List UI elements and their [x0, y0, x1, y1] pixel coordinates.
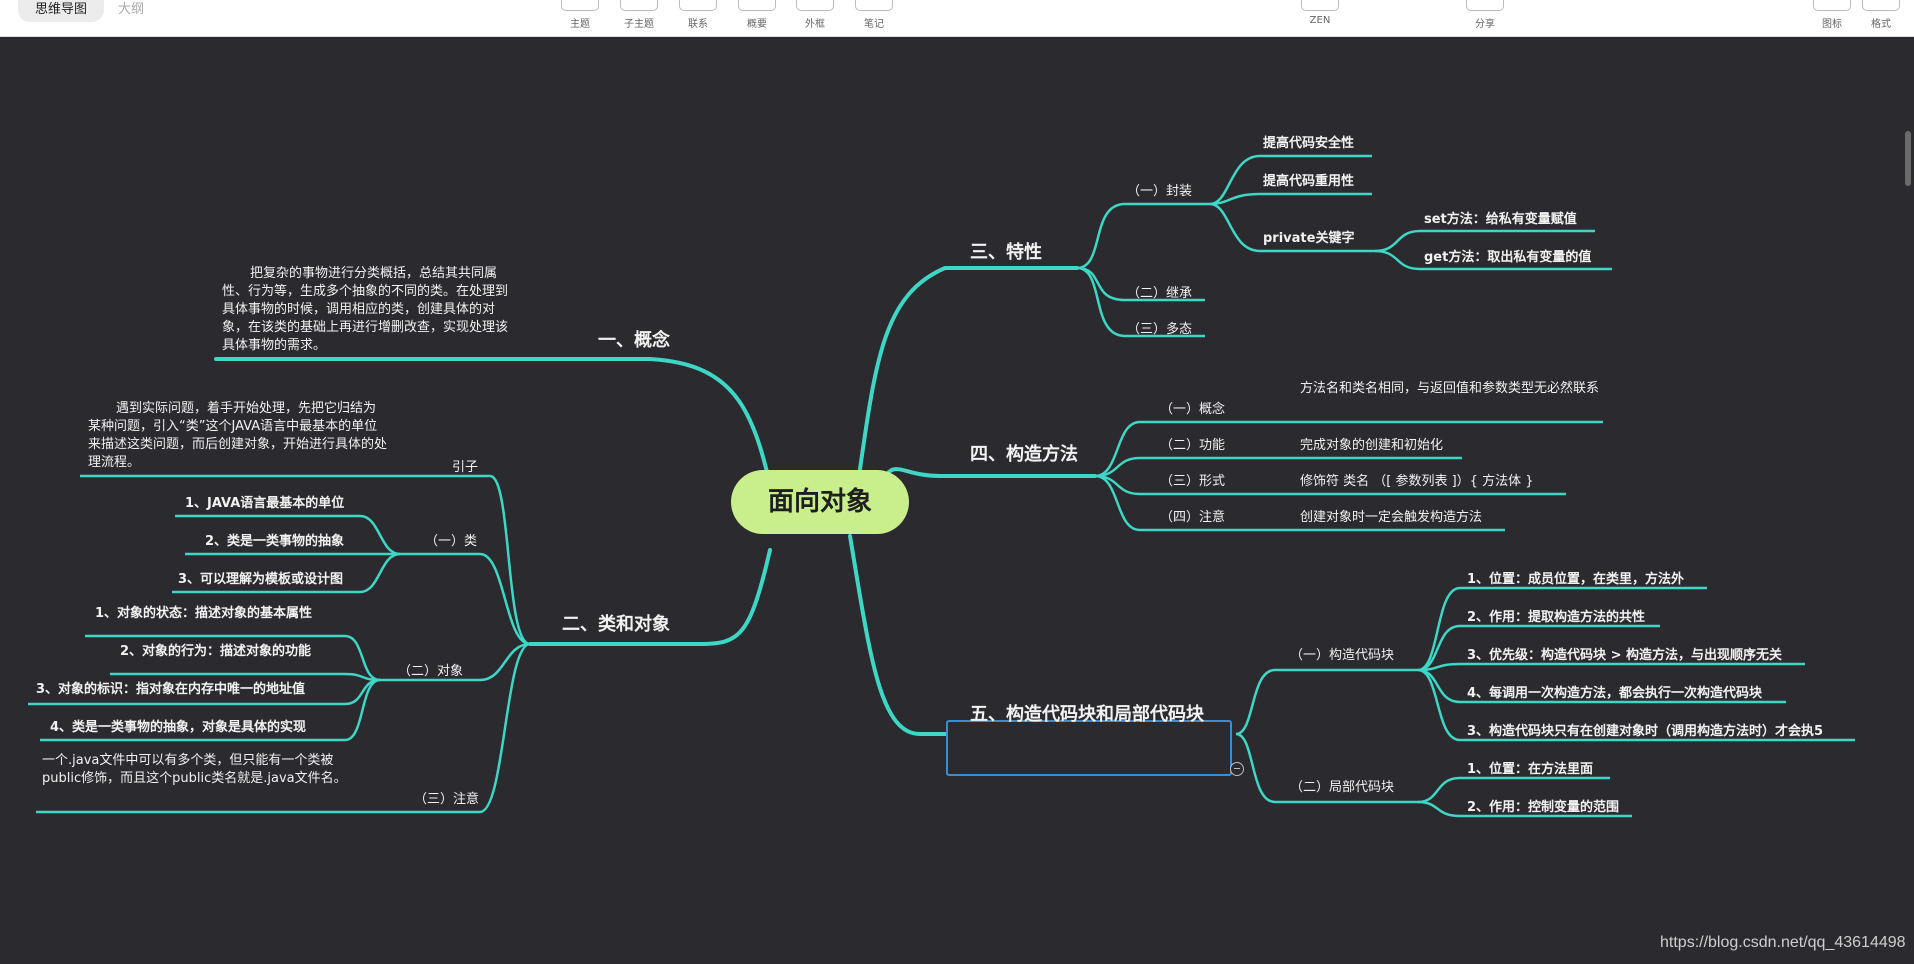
- share-icon: [1466, 0, 1504, 11]
- node-ctor-function-text[interactable]: 完成对象的创建和初始化: [1300, 434, 1443, 453]
- node-ctor-form-text[interactable]: 修饰符 类名 （[ 参数列表 ]）{ 方法体 }: [1300, 470, 1533, 489]
- branch-constructor[interactable]: 四、构造方法: [970, 440, 1078, 466]
- toolbar: 思维导图 大纲 主题 子主题 联系 概要 外框 笔记 ZEN 分享 图标 格式: [0, 0, 1914, 37]
- node-private[interactable]: private关键字: [1263, 227, 1354, 246]
- node-ctor-concept-text[interactable]: 方法名和类名相同，与返回值和参数类型无必然联系: [1300, 380, 1600, 398]
- node-inheritance[interactable]: （二）继承: [1127, 282, 1192, 301]
- zen-icon: [1301, 0, 1339, 11]
- node-object[interactable]: （二）对象: [398, 660, 463, 679]
- class-item-1[interactable]: 1、JAVA语言最基本的单位: [185, 492, 344, 511]
- node-class[interactable]: （一）类: [425, 530, 477, 549]
- selected-topic-frame[interactable]: [946, 720, 1232, 776]
- class-item-3[interactable]: 3、可以理解为模板或设计图: [178, 568, 343, 587]
- summary-label: 概要: [747, 19, 767, 30]
- summary-icon: [738, 0, 776, 11]
- collapse-toggle-icon[interactable]: [1230, 762, 1244, 776]
- node-note[interactable]: （三）注意: [414, 788, 479, 807]
- block-item-3[interactable]: 3、优先级：构造代码块 > 构造方法，与出现顺序无关: [1467, 644, 1782, 663]
- branch-class-object[interactable]: 二、类和对象: [562, 610, 670, 636]
- relation-label: 联系: [688, 19, 708, 30]
- block-item-4[interactable]: 4、每调用一次构造方法，都会执行一次构造代码块: [1467, 682, 1762, 701]
- watermark: https://blog.csdn.net/qq_43614498: [1660, 934, 1906, 951]
- node-ctor-note[interactable]: （四）注意: [1160, 506, 1225, 525]
- zen-button[interactable]: ZEN: [1295, 0, 1345, 34]
- relation-icon: [679, 0, 717, 11]
- node-get-method[interactable]: get方法：取出私有变量的值: [1424, 246, 1591, 265]
- boundary-label: 外框: [805, 19, 825, 30]
- tab-mindmap[interactable]: 思维导图: [18, 0, 104, 22]
- note-button[interactable]: 笔记: [849, 0, 899, 34]
- object-item-1[interactable]: 1、对象的状态：描述对象的基本属性: [95, 602, 312, 621]
- zen-label: ZEN: [1309, 15, 1331, 26]
- summary-button[interactable]: 概要: [732, 0, 782, 34]
- branch-code-blocks[interactable]: 五、构造代码块和局部代码块: [970, 700, 1204, 726]
- local-item-2[interactable]: 2、作用：控制变量的范围: [1467, 796, 1619, 815]
- topic-icon: [561, 0, 599, 11]
- share-button[interactable]: 分享: [1460, 0, 1510, 34]
- node-encapsulation[interactable]: （一）封装: [1127, 180, 1192, 199]
- format-label: 格式: [1871, 19, 1891, 30]
- subtopic-icon: [620, 0, 658, 11]
- brush-icon: [1862, 0, 1900, 11]
- tab-outline[interactable]: 大纲: [118, 0, 144, 22]
- subtopic-button[interactable]: 子主题: [614, 0, 664, 34]
- subtopic-label: 子主题: [624, 19, 654, 30]
- object-item-4[interactable]: 4、类是一类事物的抽象，对象是具体的实现: [50, 716, 306, 735]
- class-item-2[interactable]: 2、类是一类事物的抽象: [205, 530, 344, 549]
- icon-panel-button[interactable]: 图标: [1807, 0, 1857, 34]
- sticker-icon: [1813, 0, 1851, 11]
- branch-features[interactable]: 三、特性: [970, 238, 1042, 264]
- node-ctor-function[interactable]: （二）功能: [1160, 434, 1225, 453]
- node-ctor-note-text[interactable]: 创建对象时一定会触发构造方法: [1300, 506, 1482, 525]
- block-item-5[interactable]: 3、构造代码块只有在创建对象时（调用构造方法时）才会执5: [1467, 720, 1823, 739]
- note-icon: [855, 0, 893, 11]
- root-topic[interactable]: 面向对象: [731, 470, 909, 534]
- node-intro[interactable]: 引子: [452, 456, 478, 475]
- vertical-scrollbar[interactable]: [1905, 131, 1911, 186]
- branch-concept[interactable]: 一、概念: [598, 326, 670, 352]
- block-item-1[interactable]: 1、位置：成员位置，在类里，方法外: [1467, 568, 1684, 587]
- boundary-icon: [796, 0, 834, 11]
- node-local-block[interactable]: （二）局部代码块: [1290, 776, 1394, 795]
- block-item-2[interactable]: 2、作用：提取构造方法的共性: [1467, 606, 1645, 625]
- mindmap-canvas[interactable]: 面向对象 三、特性 （一）封装 提高代码安全性 提高代码重用性 private关…: [0, 36, 1914, 964]
- node-set-method[interactable]: set方法：给私有变量赋值: [1424, 208, 1577, 227]
- note-label: 笔记: [864, 19, 884, 30]
- topic-button[interactable]: 主题: [555, 0, 605, 34]
- node-reuse[interactable]: 提高代码重用性: [1263, 170, 1354, 189]
- intro-text[interactable]: 遇到实际问题，着手开始处理，先把它归结为某种问题，引入“类”这个JAVA语言中最…: [88, 400, 388, 472]
- note-text[interactable]: 一个.java文件中可以有多个类，但只能有一个类被public修饰，而且这个pu…: [42, 752, 352, 788]
- node-construct-block[interactable]: （一）构造代码块: [1290, 644, 1394, 663]
- share-label: 分享: [1475, 19, 1495, 30]
- boundary-button[interactable]: 外框: [790, 0, 840, 34]
- relation-button[interactable]: 联系: [673, 0, 723, 34]
- format-button[interactable]: 格式: [1856, 0, 1906, 34]
- node-ctor-concept[interactable]: （一）概念: [1160, 398, 1225, 417]
- icon-panel-label: 图标: [1822, 19, 1842, 30]
- object-item-2[interactable]: 2、对象的行为：描述对象的功能: [120, 640, 311, 659]
- topic-label: 主题: [570, 19, 590, 30]
- local-item-1[interactable]: 1、位置：在方法里面: [1467, 758, 1593, 777]
- object-item-3[interactable]: 3、对象的标识：指对象在内存中唯一的地址值: [36, 678, 305, 697]
- concept-description[interactable]: 把复杂的事物进行分类概括，总结其共同属性、行为等，生成多个抽象的不同的类。在处理…: [222, 265, 520, 355]
- node-ctor-form[interactable]: （三）形式: [1160, 470, 1225, 489]
- node-security[interactable]: 提高代码安全性: [1263, 132, 1354, 151]
- node-polymorphism[interactable]: （三）多态: [1127, 318, 1192, 337]
